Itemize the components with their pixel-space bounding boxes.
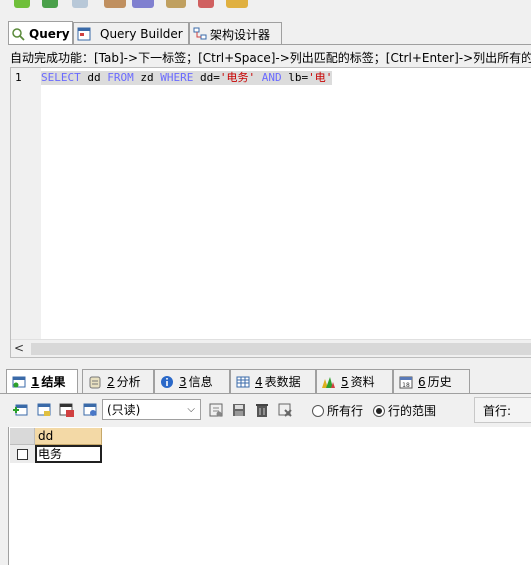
column-header[interactable]: dd (35, 428, 102, 445)
result-grid: dd 电务 (8, 427, 531, 565)
tab-chart-num: 5 (341, 374, 349, 389)
duplicate-row-icon[interactable] (35, 401, 52, 418)
check-icon[interactable] (14, 0, 30, 8)
sql-token-plain: dd= (193, 71, 220, 84)
radio-row-range-circle[interactable] (373, 404, 385, 417)
sql-token-kw: SELECT (41, 71, 81, 84)
db-icon[interactable] (132, 0, 154, 8)
tab-table-data-label: 表数据 (264, 375, 301, 389)
first-row-label: 首行: (483, 403, 512, 418)
tab-chart-label: 资料 (350, 375, 375, 389)
table-cell[interactable]: 电务 (35, 445, 102, 463)
sql-token-kw: WHERE (160, 71, 194, 84)
tab-result-num: 1 (31, 374, 40, 389)
tab-divider (8, 44, 531, 45)
tab-info-num: 3 (179, 374, 187, 389)
query-icon (12, 27, 26, 41)
export-icon[interactable] (207, 401, 224, 418)
tab-schema-designer-label: 架构设计器 (210, 27, 271, 42)
tab-result[interactable]: 1 结果 (6, 369, 78, 393)
schema-icon[interactable] (226, 0, 248, 8)
sql-token-str: '电' (308, 71, 333, 84)
result-tabs: 1 结果 2 分析 3 信息 4 表数据 5 资料 18 6 历史 (6, 369, 531, 393)
chart-icon (321, 375, 336, 389)
calendar-icon: 18 (398, 375, 413, 389)
tab-table-data[interactable]: 4 表数据 (230, 369, 316, 393)
sql-token-plain: lb= (281, 71, 309, 84)
tab-info[interactable]: 3 信息 (154, 369, 230, 393)
radio-row-range-label: 行的范围 (388, 404, 437, 418)
scroll-thumb[interactable] (31, 343, 531, 355)
refresh-grid-icon[interactable] (81, 401, 98, 418)
radio-all-rows[interactable]: 所有行 (312, 402, 363, 419)
table-data-icon (235, 375, 250, 389)
radio-all-rows-label: 所有行 (327, 404, 364, 418)
info-icon (159, 375, 174, 389)
save-grid-icon[interactable] (230, 401, 247, 418)
sql-token-str: '电务' (219, 71, 256, 84)
add-row-icon[interactable] (11, 401, 28, 418)
tab-query-label: Query (29, 26, 70, 41)
mode-select[interactable]: (只读) ⌵ (102, 399, 201, 420)
line-gutter: 1 (11, 68, 41, 341)
sql-token-plain: zd (133, 71, 161, 84)
tab-table-data-num: 4 (255, 374, 263, 389)
tab-info-label: 信息 (188, 375, 213, 389)
key-icon[interactable] (166, 0, 186, 8)
tab-history[interactable]: 18 6 历史 (393, 369, 470, 393)
sql-token-kw: AND (261, 71, 282, 84)
cancel-changes-icon[interactable] (276, 401, 293, 418)
tab-schema-designer[interactable]: 架构设计器 (189, 22, 282, 45)
editor-tabs: Query Query Builder 架构设计器 (8, 21, 531, 45)
horizontal-scrollbar[interactable]: < (11, 339, 531, 357)
query-builder-icon (77, 27, 91, 41)
mode-select-value: (只读) (107, 403, 141, 417)
new-query-icon[interactable] (72, 0, 88, 8)
tab-query[interactable]: Query (8, 21, 73, 45)
tab-query-builder-label: Query Builder (100, 27, 183, 41)
save-row-icon[interactable] (58, 401, 75, 418)
tab-history-label: 历史 (427, 375, 452, 389)
line-number: 1 (15, 71, 22, 84)
table-result-icon (11, 375, 26, 389)
chevron-down-icon: ⌵ (187, 404, 195, 415)
schema-designer-icon (193, 27, 207, 41)
tab-query-builder[interactable]: Query Builder (73, 22, 189, 45)
grid-icon[interactable] (198, 0, 214, 8)
sql-token-plain: dd (80, 71, 108, 84)
row-selector[interactable] (10, 445, 35, 463)
result-tab-divider (0, 393, 531, 394)
tab-chart[interactable]: 5 资料 (316, 369, 393, 393)
tab-profile-num: 2 (107, 374, 115, 389)
first-row-field[interactable]: 首行: (474, 397, 531, 423)
tab-result-label: 结果 (41, 375, 66, 389)
row-checkbox[interactable] (17, 448, 28, 460)
scroll-left-icon[interactable]: < (14, 341, 24, 355)
grid-corner[interactable] (10, 428, 35, 445)
autocomplete-hint: 自动完成功能：[Tab]->下一标签；[Ctrl+Space]->列出匹配的标签… (10, 51, 531, 65)
delete-icon[interactable] (253, 401, 270, 418)
svg-text:18: 18 (402, 382, 410, 389)
main-toolbar (0, 0, 531, 10)
profile-icon (87, 375, 102, 389)
sql-line[interactable]: SELECT dd FROM zd WHERE dd='电务' AND lb='… (41, 71, 333, 85)
result-toolbar: (只读) ⌵ 所有行 行的范围 首行: (0, 397, 531, 423)
sql-token-plain (255, 71, 262, 84)
sql-token-kw: FROM (107, 71, 134, 84)
tab-profile[interactable]: 2 分析 (82, 369, 154, 393)
tab-profile-label: 分析 (116, 375, 141, 389)
table-icon[interactable] (104, 0, 126, 8)
radio-row-range[interactable]: 行的范围 (373, 402, 436, 419)
radio-all-rows-circle[interactable] (312, 404, 324, 417)
sql-editor[interactable]: 1 SELECT dd FROM zd WHERE dd='电务' AND lb… (10, 67, 531, 358)
tab-history-num: 6 (418, 374, 426, 389)
refresh-icon[interactable] (42, 0, 58, 8)
